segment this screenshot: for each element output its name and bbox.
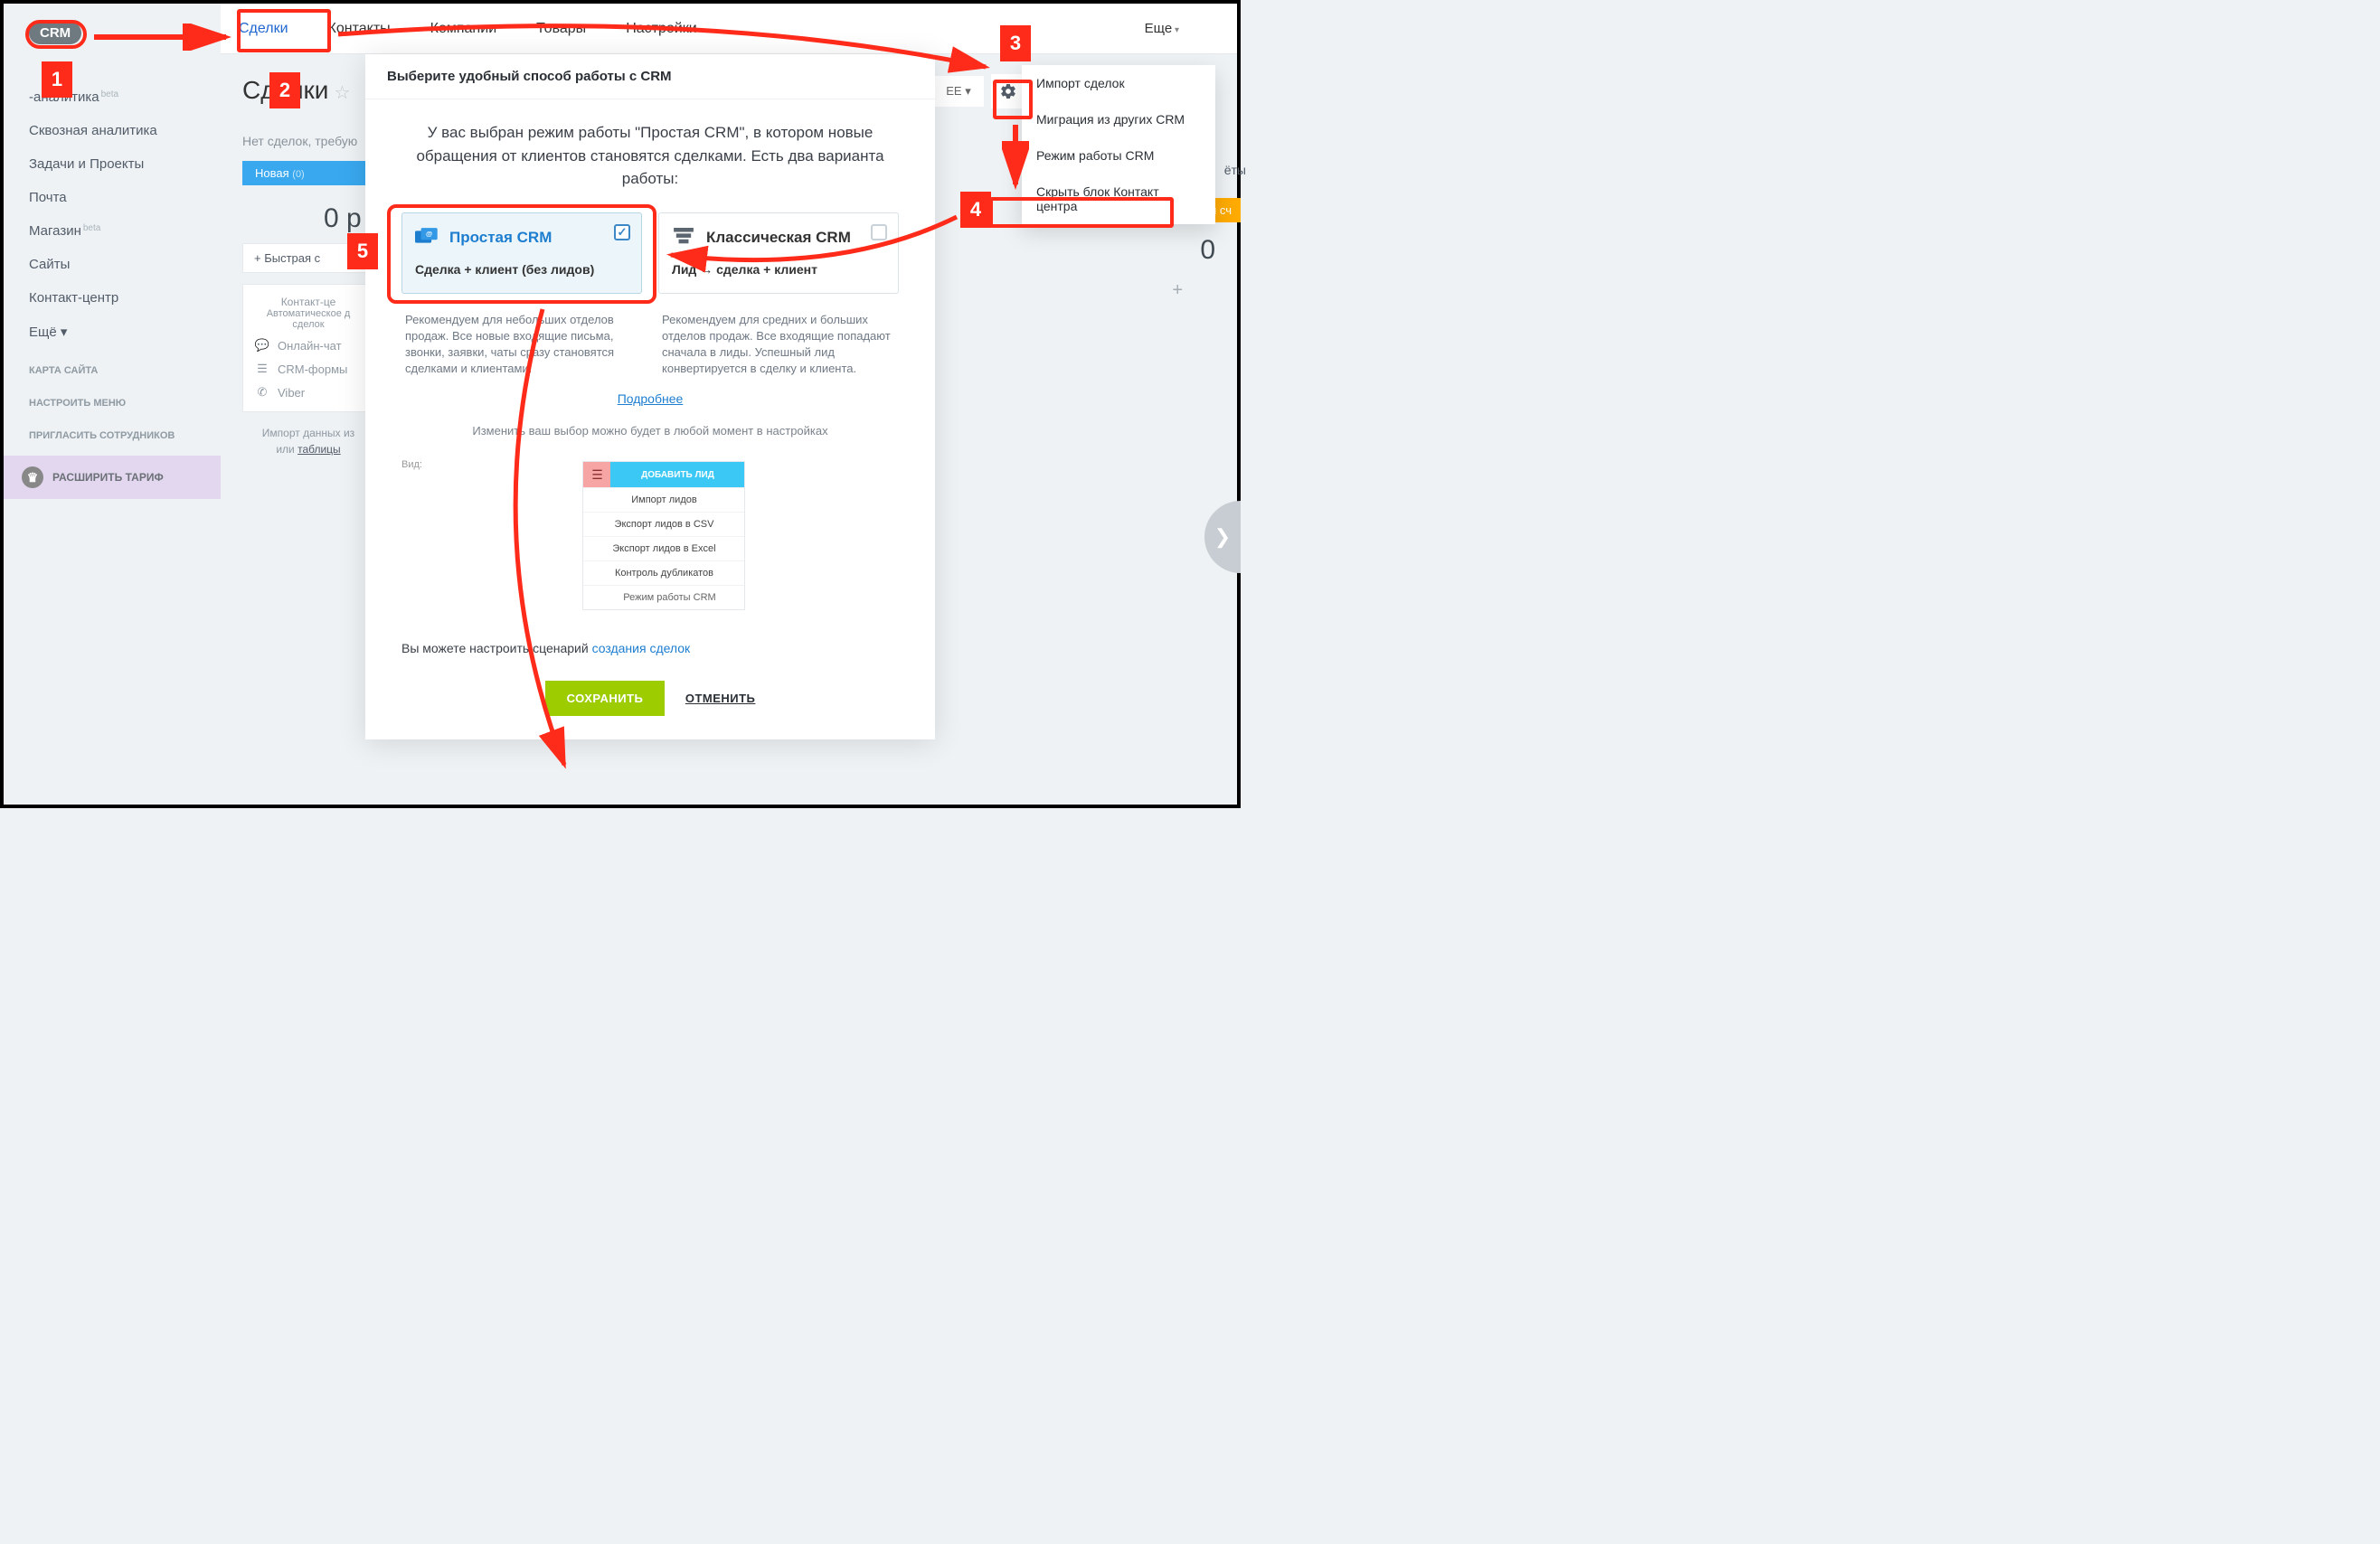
- sidebar-item-sites[interactable]: Сайты: [4, 248, 221, 281]
- sidebar-section-invite[interactable]: ПРИГЛАСИТЬ СОТРУДНИКОВ: [4, 414, 221, 447]
- cancel-button[interactable]: ОТМЕНИТЬ: [685, 692, 756, 705]
- chat-icon: 💬: [254, 337, 270, 353]
- crm-mode-modal: Выберите удобный способ работы с CRM У в…: [365, 54, 935, 739]
- star-icon[interactable]: ☆: [334, 83, 350, 103]
- sidebar-item-tasks[interactable]: Задачи и Проекты: [4, 147, 221, 181]
- tab-contacts[interactable]: Контакты: [328, 21, 391, 37]
- topnav: Сделки Контакты Компании Товары Настройк…: [221, 4, 1237, 54]
- sidebar-item-cross-analytics[interactable]: Сквозная аналитика: [4, 114, 221, 147]
- sidebar-item-contact-center[interactable]: Контакт-центр: [4, 281, 221, 315]
- form-icon: ☰: [254, 361, 270, 377]
- tab-companies[interactable]: Компании: [430, 21, 497, 37]
- stage-new[interactable]: Новая (0): [242, 161, 374, 185]
- gear-dropdown: Импорт сделок Миграция из других CRM Реж…: [1022, 65, 1215, 224]
- cc-chat[interactable]: 💬Онлайн-чат: [254, 337, 363, 353]
- scenario-line: Вы можете настроить сценарий создания сд…: [401, 641, 935, 655]
- sidebar-crm-badge[interactable]: CRM: [29, 22, 81, 44]
- anno-1: 1: [42, 61, 72, 98]
- sidebar-item-analytics[interactable]: -аналитикаbeta: [4, 80, 221, 114]
- add-stage-button[interactable]: +: [1172, 280, 1183, 301]
- mode-simple-sub: Сделка + клиент (без лидов): [415, 262, 628, 277]
- anno-2: 2: [269, 72, 300, 108]
- save-button[interactable]: СОХРАНИТЬ: [545, 681, 666, 716]
- simple-crm-icon: @: [415, 228, 440, 248]
- mini-item-import: Импорт лидов: [583, 487, 744, 512]
- classic-crm-icon: [672, 228, 697, 248]
- gear-item-mode[interactable]: Режим работы CRM: [1022, 137, 1215, 174]
- tab-products[interactable]: Товары: [536, 21, 586, 37]
- view-reports[interactable]: ёты: [1224, 163, 1246, 177]
- mini-item-mode: Режим работы CRM: [583, 585, 744, 609]
- svg-text:@: @: [426, 230, 432, 238]
- scenario-link[interactable]: создания сделок: [592, 641, 691, 655]
- later-hint: Изменить ваш выбор можно будет в любой м…: [401, 424, 899, 438]
- modal-intro: У вас выбран режим работы "Простая CRM",…: [401, 121, 899, 191]
- crown-icon: ♛: [22, 466, 43, 488]
- import-hint: Импорт данных из или таблицы: [242, 425, 374, 457]
- mode-classic-desc: Рекомендуем для средних и больших отдело…: [658, 312, 899, 378]
- gear-item-import[interactable]: Импорт сделок: [1022, 65, 1215, 101]
- anno-4: 4: [960, 192, 991, 228]
- sidebar-item-shop[interactable]: Магазинbeta: [4, 214, 221, 248]
- mode-classic-sub: Лид → сделка + клиент: [672, 262, 885, 277]
- anno-3: 3: [1000, 25, 1031, 61]
- checkbox-unchecked-icon: ✓: [871, 224, 887, 240]
- sidebar-section-map[interactable]: КАРТА САЙТА: [4, 349, 221, 381]
- cc-viber[interactable]: ✆Viber: [254, 384, 363, 400]
- sidebar-item-mail[interactable]: Почта: [4, 181, 221, 214]
- tab-settings[interactable]: Настройки: [626, 21, 696, 37]
- mini-add-lead: ДОБАВИТЬ ЛИД: [610, 462, 744, 487]
- tab-deals[interactable]: Сделки: [239, 21, 288, 37]
- mini-gear-icon: ☰: [583, 462, 610, 487]
- sidebar: CRM -аналитикаbeta Сквозная аналитика За…: [4, 4, 221, 805]
- mini-preview: ☰ ДОБАВИТЬ ЛИД Импорт лидов Экспорт лидо…: [582, 461, 745, 610]
- viber-icon: ✆: [254, 384, 270, 400]
- gear-item-migration[interactable]: Миграция из других CRM: [1022, 101, 1215, 137]
- mode-simple[interactable]: ✓ @ Простая CRM Сделка + клиент (без лид…: [401, 212, 642, 294]
- sidebar-upgrade[interactable]: ♛ РАСШИРИТЬ ТАРИФ: [4, 456, 221, 499]
- gear-item-hide-cc[interactable]: Скрыть блок Контакт центра: [1022, 174, 1215, 224]
- tab-more[interactable]: Еще: [1145, 21, 1179, 36]
- mini-item-dup: Контроль дубликатов: [583, 560, 744, 585]
- mode-classic[interactable]: ✓ Классическая CRM Лид → сделка + клиент: [658, 212, 899, 294]
- modal-header: Выберите удобный способ работы с CRM: [365, 54, 935, 99]
- stage-amount-right: 0: [1200, 235, 1215, 266]
- mini-item-export-csv: Экспорт лидов в CSV: [583, 512, 744, 536]
- mini-item-export-excel: Экспорт лидов в Excel: [583, 536, 744, 560]
- sidebar-item-more[interactable]: Ещё ▾: [4, 315, 221, 349]
- cc-forms[interactable]: ☰CRM-формы: [254, 361, 363, 377]
- anno-5: 5: [347, 233, 378, 269]
- gear-icon: [999, 82, 1017, 100]
- ee-dropdown[interactable]: EE ▾: [933, 76, 983, 107]
- checkbox-checked-icon: ✓: [614, 224, 630, 240]
- contact-center-card: Контакт-це Автоматическое д сделок 💬Онла…: [242, 284, 374, 412]
- mini-vid-label: Вид:: [401, 448, 430, 610]
- cc-sub: Автоматическое д сделок: [254, 308, 363, 330]
- import-table-link[interactable]: таблицы: [298, 443, 341, 456]
- gear-button[interactable]: [991, 74, 1025, 108]
- details-link[interactable]: Подробнее: [401, 391, 899, 406]
- sidebar-section-menu[interactable]: НАСТРОИТЬ МЕНЮ: [4, 381, 221, 414]
- cc-title: Контакт-це: [254, 296, 363, 308]
- mode-simple-desc: Рекомендуем для небольших отделов продаж…: [401, 312, 642, 378]
